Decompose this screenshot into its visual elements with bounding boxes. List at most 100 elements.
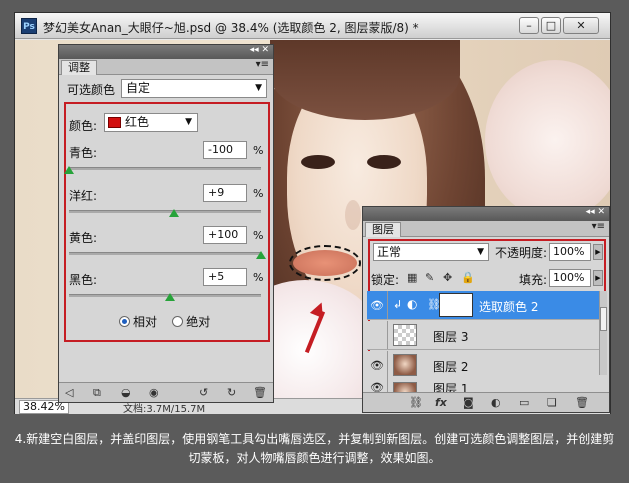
blend-mode-select[interactable]: 正常 ▼ [373,243,489,261]
adjustment-type-label: 可选颜色 [67,83,116,97]
opacity-input[interactable]: 100% [549,243,591,261]
absolute-label: 绝对 [186,315,211,329]
left-eye [301,155,335,169]
scrollbar-thumb[interactable] [600,307,607,331]
layer-row[interactable]: 👁 图层 1 [367,379,599,393]
title-bar[interactable]: Ps 梦幻美女Anan_大眼仔~旭.psd @ 38.4% (选取颜色 2, 图… [15,13,610,39]
colors-label: 颜色: [69,119,98,133]
adjustments-panel: ◂◂ ✕ 调整 ▾≡ 可选颜色 自定 ▼ 颜色: 红色 ▼ 青色: -100 %… [58,44,274,403]
new-layer-icon[interactable]: ❏ [547,396,557,409]
slider-thumb[interactable] [64,166,74,174]
panel-tab-row: 图层 ▾≡ [363,221,609,237]
layer-mask-thumb[interactable] [439,293,473,317]
visibility-eye-icon[interactable]: ◉ [149,386,159,399]
panel-tab-row: 调整 ▾≡ [59,59,273,75]
layer-style-icon[interactable]: fx [435,396,447,409]
slider-value-input[interactable]: +100 [203,226,247,244]
layer-thumbnail [393,324,417,346]
slider-value-input[interactable]: +9 [203,184,247,202]
percent-unit: % [253,144,264,157]
photoshop-logo-icon: Ps [21,18,37,34]
divider [387,351,388,379]
back-arrow-icon[interactable]: ◁ [65,386,73,399]
visibility-eye-icon[interactable]: 👁 [370,299,384,312]
collapse-icon[interactable]: ◂◂ ✕ [586,207,605,217]
relative-radio[interactable] [119,316,130,327]
fill-input[interactable]: 100% [549,269,591,287]
layer-name: 选取颜色 2 [479,300,539,314]
view-previous-icon[interactable]: ↺ [199,386,208,399]
relative-label: 相对 [133,315,158,329]
panel-menu-icon[interactable]: ▾≡ [592,221,605,232]
maximize-button[interactable]: □ [541,17,561,34]
red-swatch-icon [108,117,121,128]
slider-track[interactable] [69,252,261,255]
tab-adjustments[interactable]: 调整 [61,60,97,75]
slider-label: 青色: [69,146,98,160]
layer-row[interactable]: 图层 3 [367,321,599,350]
clip-layer-icon[interactable]: ◒ [121,386,131,399]
trash-icon[interactable]: 🗑 [575,396,589,409]
divider [387,379,388,392]
new-group-icon[interactable]: ▭ [519,396,529,409]
slider-track[interactable] [69,167,261,170]
lock-all-icon[interactable]: 🔒 [461,271,475,284]
opacity-label: 不透明度: [495,246,548,260]
slider-cyan: 青色: -100 % [64,141,265,184]
opacity-stepper-icon[interactable]: ▶ [593,244,603,260]
new-adjustment-icon[interactable]: ◐ [491,396,501,409]
chevron-down-icon: ▼ [477,247,484,257]
slider-magenta: 洋红: +9 % [69,184,265,227]
panel-menu-icon[interactable]: ▾≡ [256,59,269,70]
layers-scrollbar[interactable] [599,291,607,375]
colors-select[interactable]: 红色 ▼ [104,113,198,132]
close-button[interactable]: ✕ [563,17,599,34]
slider-thumb[interactable] [168,209,179,217]
window-title: 梦幻美女Anan_大眼仔~旭.psd @ 38.4% (选取颜色 2, 图层蒙版… [43,21,419,35]
slider-label: 黄色: [69,231,98,245]
lock-transparency-icon[interactable]: ▦ [407,271,417,284]
lock-move-icon[interactable]: ✥ [443,271,452,284]
slider-label: 黑色: [69,273,98,287]
slider-track[interactable] [69,210,261,213]
add-mask-icon[interactable]: ◙ [463,396,474,409]
adjustments-toolbar: ◁ ⧉ ◒ ◉ ↺ ↻ 🗑 [59,382,273,402]
slider-black: 黑色: +5 % [69,268,265,311]
preset-value: 自定 [126,81,151,95]
slider-label: 洋红: [69,189,98,203]
colors-value: 红色 [125,115,150,129]
layer-row[interactable]: 👁 图层 2 [367,351,599,380]
reset-icon[interactable]: ↻ [227,386,236,399]
layer-name: 图层 2 [433,360,469,374]
collapse-icon[interactable]: ◂◂ ✕ [250,45,269,55]
trash-icon[interactable]: 🗑 [253,386,267,399]
chevron-down-icon: ▼ [255,83,262,93]
fill-stepper-icon[interactable]: ▶ [593,270,603,286]
link-layers-icon[interactable]: ⛓ [409,396,423,409]
minimize-button[interactable]: – [519,17,539,34]
visibility-eye-icon[interactable]: 👁 [370,359,384,372]
tab-layers[interactable]: 图层 [365,222,401,237]
method-radio-group: 相对 绝对 [119,313,210,330]
lock-brush-icon[interactable]: ✎ [425,271,434,284]
layer-name: 图层 3 [433,330,469,344]
percent-unit: % [253,271,264,284]
slider-thumb[interactable] [164,293,175,301]
clip-arrow-icon: ↲ [393,298,403,311]
right-eye [367,155,401,169]
slider-value-input[interactable]: -100 [203,141,247,159]
fur-collar-right [485,60,610,220]
absolute-radio[interactable] [172,316,184,327]
preset-select[interactable]: 自定 ▼ [121,79,267,98]
layer-thumbnail [393,354,417,376]
panel-header[interactable]: ◂◂ ✕ [59,45,273,59]
layers-panel: ◂◂ ✕ 图层 ▾≡ 正常 ▼ 不透明度: 100% ▶ 锁定: ▦ ✎ ✥ 🔒… [362,206,610,413]
panel-header[interactable]: ◂◂ ✕ [363,207,609,221]
layer-row[interactable]: 👁 ↲ ◐ ⛓ 选取颜色 2 [367,291,599,320]
tutorial-caption: 4.新建空白图层，并盖印图层，使用钢笔工具勾出嘴唇选区，并复制到新图层。创建可选… [14,432,615,465]
expand-view-icon[interactable]: ⧉ [93,386,101,400]
slider-thumb[interactable] [256,251,266,259]
percent-unit: % [253,187,264,200]
fill-label: 填充: [519,273,548,287]
slider-value-input[interactable]: +5 [203,268,247,286]
